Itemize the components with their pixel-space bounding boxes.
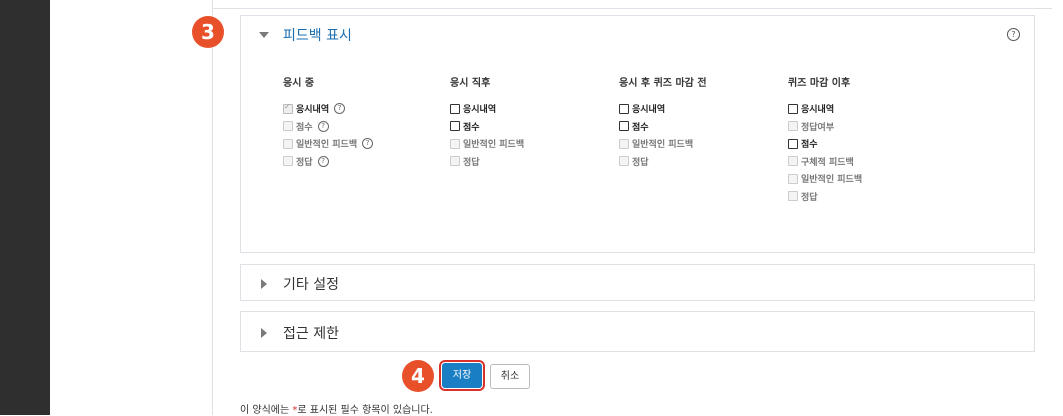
option-label: 점수 (801, 140, 818, 151)
chevron-right-icon[interactable] (261, 327, 267, 338)
feedback-column: 퀴즈 마감 이후응시내역정답여부점수구체적 피드백일반적인 피드백정답 (788, 74, 862, 205)
feedback-column: 응시 후 퀴즈 마감 전응시내역점수일반적인 피드백정답 (619, 74, 707, 170)
access-restriction-header[interactable]: 접근 제한 (241, 312, 1034, 353)
option-label: 점수 (632, 122, 649, 133)
checkbox (788, 156, 798, 167)
checkbox (450, 156, 460, 167)
feedback-option: 응시내역? (283, 100, 373, 118)
option-label: 일반적인 피드백 (296, 140, 358, 151)
access-restriction-section[interactable]: 접근 제한 (240, 311, 1035, 352)
checkbox[interactable] (788, 103, 798, 114)
checkbox (788, 191, 798, 202)
other-settings-section[interactable]: 기타 설정 (240, 264, 1035, 301)
column-header: 응시 중 (283, 78, 315, 89)
feedback-section-title[interactable]: 피드백 표시 (283, 25, 352, 45)
feedback-option: 정답여부 (788, 118, 862, 136)
checkbox (450, 138, 460, 149)
checkbox (283, 138, 293, 149)
step-badge-4: 4 (402, 360, 434, 392)
feedback-option[interactable]: 점수 (788, 135, 862, 153)
cancel-button[interactable]: 취소 (490, 364, 530, 389)
feedback-option[interactable]: 응시내역 (450, 100, 524, 118)
feedback-option: 구체적 피드백 (788, 153, 862, 171)
access-restriction-title[interactable]: 접근 제한 (283, 323, 339, 343)
checkbox (283, 156, 293, 167)
help-icon[interactable]: ? (334, 103, 346, 115)
feedback-option[interactable]: 점수 (450, 118, 524, 136)
option-label: 정답 (801, 192, 818, 203)
top-divider (212, 8, 1052, 9)
option-label: 응시내역 (296, 105, 330, 116)
feedback-option[interactable]: 점수 (619, 118, 707, 136)
feedback-option: 정답 (450, 153, 524, 171)
option-label: 정답 (296, 157, 313, 168)
other-settings-header[interactable]: 기타 설정 (241, 265, 1034, 302)
column-header: 퀴즈 마감 이후 (788, 78, 851, 89)
save-button[interactable]: 저장 (439, 360, 485, 391)
help-icon[interactable]: ? (362, 138, 374, 150)
option-label: 일반적인 피드백 (801, 175, 863, 186)
feedback-option[interactable]: 응시내역 (788, 100, 862, 118)
feedback-option: 일반적인 피드백 (788, 170, 862, 188)
feedback-option: 일반적인 피드백 (619, 135, 707, 153)
option-label: 정답여부 (801, 122, 835, 133)
option-label: 점수 (463, 122, 480, 133)
checkbox (283, 121, 293, 132)
required-note-suffix: 로 표시된 필수 항목이 있습니다. (297, 405, 433, 416)
feedback-option: 정답 (619, 153, 707, 171)
feedback-column: 응시 직후응시내역점수일반적인 피드백정답 (450, 74, 524, 170)
left-dark-sidebar (0, 0, 50, 415)
option-label: 일반적인 피드백 (632, 140, 694, 151)
checkbox (788, 173, 798, 184)
feedback-option: 정답? (283, 153, 373, 171)
checkbox (283, 102, 293, 114)
chevron-down-icon[interactable] (259, 32, 269, 38)
feedback-option: 점수? (283, 118, 373, 136)
feedback-option: 정답 (788, 188, 862, 206)
column-header: 응시 후 퀴즈 마감 전 (619, 78, 707, 89)
other-settings-title[interactable]: 기타 설정 (283, 274, 339, 294)
feedback-display-section: 피드백 표시 ? 응시 중응시내역?점수?일반적인 피드백?정답?응시 직후응시… (240, 15, 1035, 253)
feedback-section-header[interactable]: 피드백 표시 (241, 16, 1034, 54)
checkbox[interactable] (619, 103, 629, 114)
step-badge-3: 3 (192, 16, 224, 48)
option-label: 응시내역 (463, 105, 497, 116)
chevron-right-icon[interactable] (261, 278, 267, 289)
option-label: 일반적인 피드백 (463, 140, 525, 151)
checkbox[interactable] (788, 138, 798, 149)
option-label: 정답 (463, 157, 480, 168)
help-icon[interactable]: ? (1007, 28, 1020, 41)
option-label: 정답 (632, 157, 649, 168)
checkbox[interactable] (450, 121, 460, 132)
feedback-option[interactable]: 응시내역 (619, 100, 707, 118)
feedback-option: 일반적인 피드백 (450, 135, 524, 153)
feedback-option: 일반적인 피드백? (283, 135, 374, 153)
option-label: 점수 (296, 122, 313, 133)
required-fields-note: 이 양식에는 *로 표시된 필수 항목이 있습니다. (240, 401, 433, 416)
help-icon[interactable]: ? (317, 120, 329, 132)
feedback-column: 응시 중응시내역?점수?일반적인 피드백?정답? (283, 74, 374, 171)
option-label: 구체적 피드백 (801, 157, 854, 168)
checkbox[interactable] (450, 103, 460, 114)
checkbox (619, 138, 629, 149)
required-note-prefix: 이 양식에는 (240, 405, 293, 416)
checkbox[interactable] (619, 121, 629, 132)
column-header: 응시 직후 (450, 78, 491, 89)
help-icon[interactable]: ? (317, 155, 329, 167)
option-label: 응시내역 (632, 105, 666, 116)
checkbox (619, 156, 629, 167)
option-label: 응시내역 (801, 105, 835, 116)
checkbox (788, 121, 798, 132)
